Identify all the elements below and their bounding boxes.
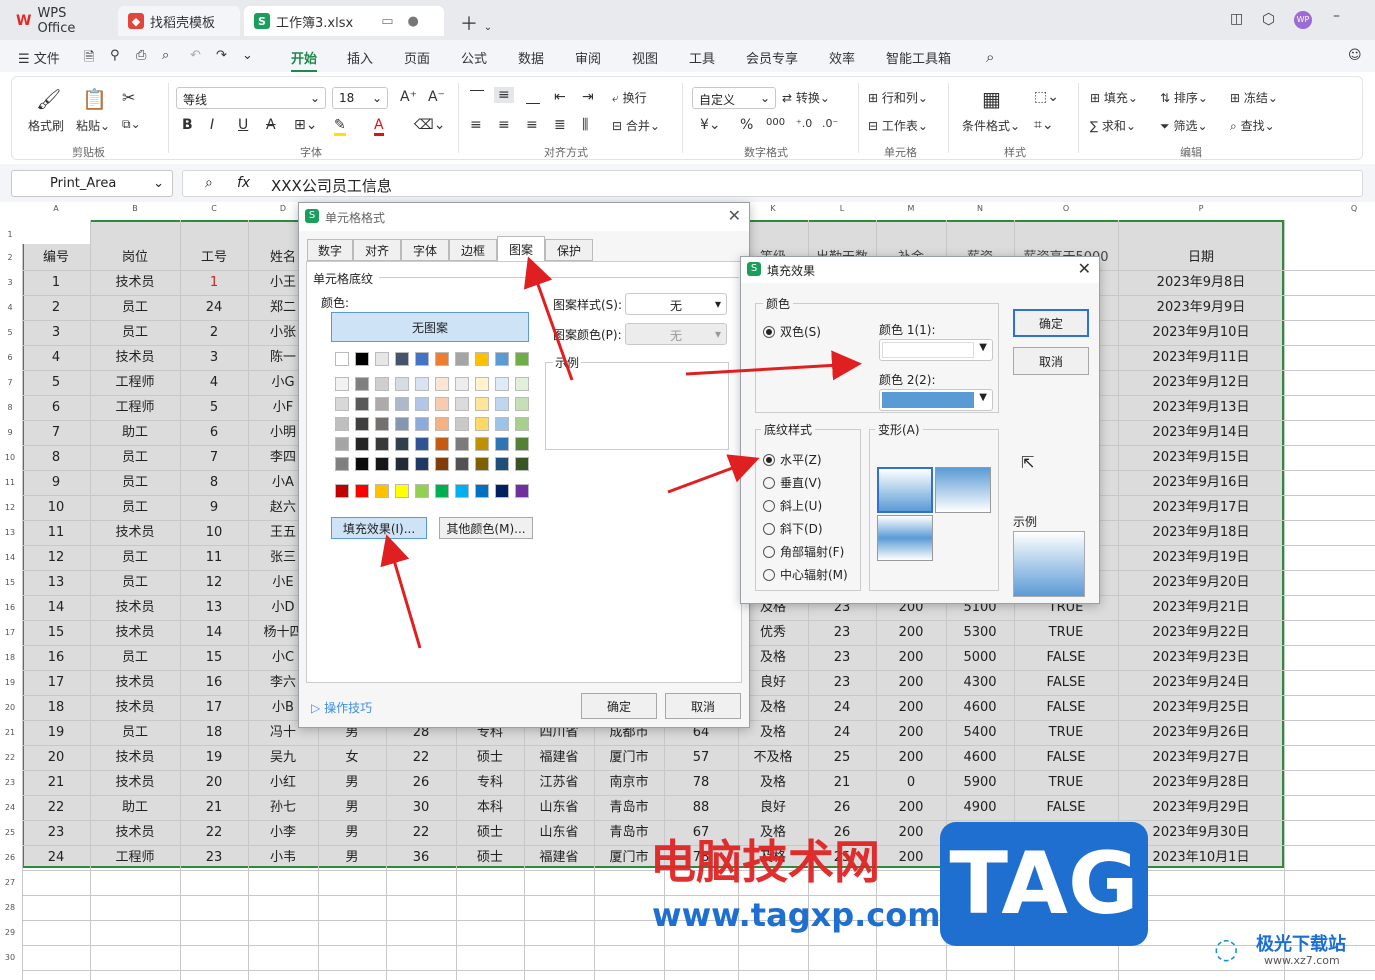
watermark-cn: 电脑技术网	[650, 835, 880, 889]
arrow-to-fill-effect	[380, 534, 422, 649]
aurora-logo-icon: ◌	[1214, 932, 1239, 965]
arrow-to-pattern-tab	[523, 256, 574, 381]
brand-logo: ◌ 极光下载站 www.xz7.com	[1214, 928, 1374, 974]
arrow-to-color2	[685, 350, 862, 381]
brand-name: 极光下载站	[1256, 934, 1346, 955]
brand-url: www.xz7.com	[1264, 954, 1340, 967]
watermark-tag-logo: TAG	[940, 822, 1148, 946]
arrow-to-horizontal	[667, 454, 760, 494]
watermark-url: www.tagxp.com	[652, 896, 941, 934]
